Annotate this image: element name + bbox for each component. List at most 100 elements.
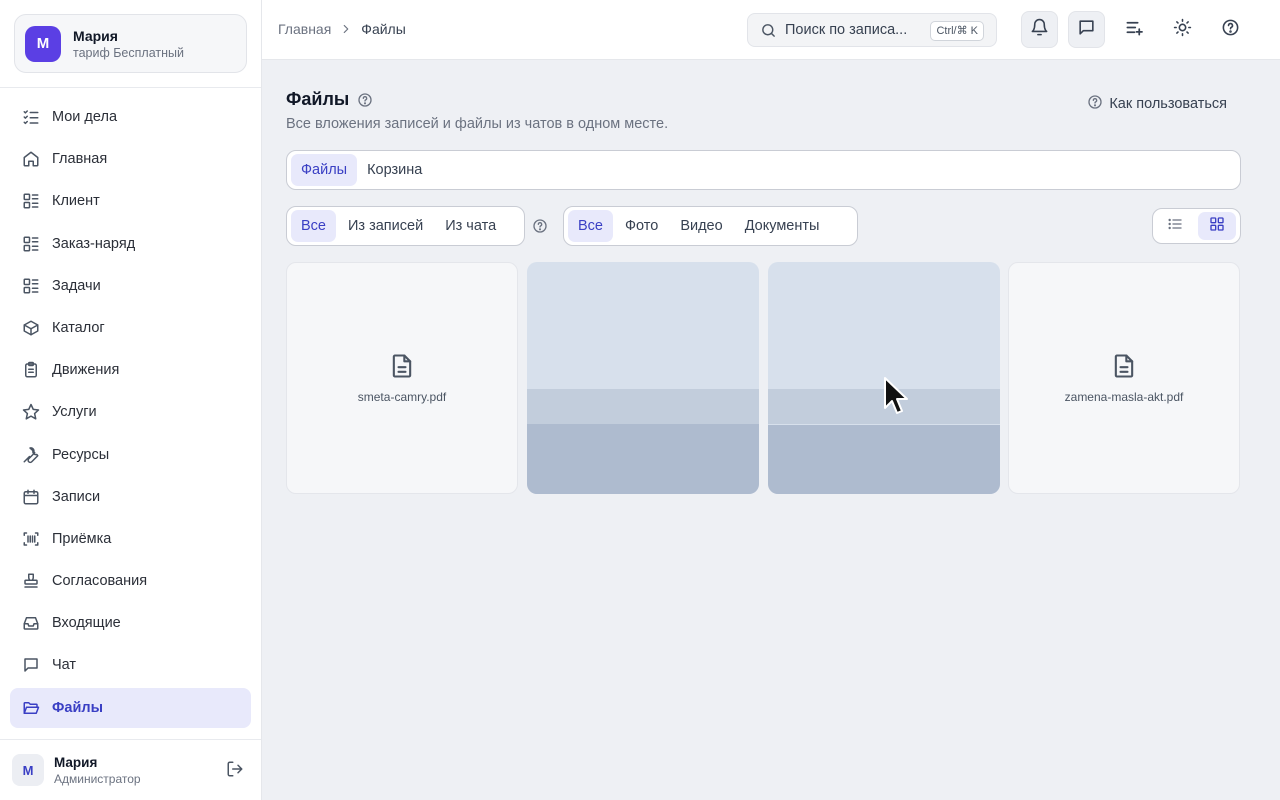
- sidebar-item-label: Файлы: [52, 699, 103, 716]
- sidebar-item-intake[interactable]: Приёмка: [10, 519, 251, 559]
- page-subtitle: Все вложения записей и файлы из чатов в …: [286, 116, 669, 132]
- theme-toggle-button[interactable]: [1164, 11, 1201, 48]
- sidebar-item-approvals[interactable]: Согласования: [10, 561, 251, 601]
- box-icon: [22, 319, 40, 337]
- sidebar-item-files[interactable]: Файлы: [10, 687, 251, 728]
- chat-icon: [22, 656, 40, 674]
- tab-trash[interactable]: Корзина: [357, 154, 432, 186]
- breadcrumb-home[interactable]: Главная: [278, 21, 331, 37]
- top-bar: Главная Файлы Поиск по записа... Ctrl/⌘ …: [262, 0, 1280, 60]
- sidebar-item-label: Каталог: [52, 319, 105, 336]
- sidebar-item-label: Клиент: [52, 193, 100, 210]
- search-icon: [760, 22, 777, 39]
- sidebar-item-label: Записи: [52, 488, 101, 505]
- sidebar-item-label: Заказ-наряд: [52, 235, 136, 252]
- tab-files[interactable]: Файлы: [291, 154, 358, 186]
- sidebar-item-movements[interactable]: Движения: [10, 350, 251, 390]
- help-button[interactable]: [1212, 11, 1249, 48]
- user-role: Администратор: [54, 771, 141, 786]
- how-to-use-link[interactable]: Как пользоваться: [1087, 94, 1227, 114]
- file-card[interactable]: zamena-masla-akt.pdf: [1008, 262, 1240, 494]
- help-icon[interactable]: [532, 218, 548, 234]
- sidebar-item-work-order[interactable]: Заказ-наряд: [10, 224, 251, 264]
- document-icon: [1110, 352, 1138, 380]
- sidebar-item-tasks[interactable]: Задачи: [10, 266, 251, 306]
- sidebar-item-catalog[interactable]: Каталог: [10, 308, 251, 348]
- help-icon[interactable]: [357, 92, 373, 108]
- home-icon: [22, 150, 40, 168]
- list-add-icon: [1125, 18, 1144, 42]
- sidebar-item-resources[interactable]: Ресурсы: [10, 435, 251, 475]
- account-avatar: М: [25, 25, 61, 62]
- file-card[interactable]: smeta-camry.pdf: [286, 262, 518, 494]
- search-shortcut-badge: Ctrl/⌘ K: [930, 21, 984, 41]
- sidebar-item-label: Мои дела: [52, 109, 118, 125]
- file-name: smeta-camry.pdf: [357, 390, 447, 404]
- sidebar-item-home[interactable]: Главная: [10, 139, 251, 179]
- folder-icon: [22, 699, 40, 717]
- star-icon: [22, 403, 40, 421]
- sidebar-divider: [0, 739, 261, 740]
- files-tabs: Файлы Корзина: [286, 150, 1241, 190]
- source-filter: Все Из записей Из чата: [286, 206, 525, 246]
- list-view-button[interactable]: [1156, 212, 1194, 240]
- user-profile[interactable]: М Мария Администратор: [12, 752, 248, 788]
- help-icon: [1221, 18, 1240, 42]
- sidebar-item-label: Услуги: [52, 404, 97, 421]
- calendar-icon: [22, 488, 40, 506]
- document-icon: [388, 352, 416, 380]
- source-filter-chat[interactable]: Из чата: [435, 210, 506, 242]
- stamp-icon: [22, 572, 40, 590]
- sidebar-item-label: Согласования: [52, 573, 148, 590]
- page-title-text: Файлы: [286, 89, 350, 109]
- grid-view-button[interactable]: [1198, 212, 1236, 240]
- type-filter-photo[interactable]: Фото: [615, 210, 668, 242]
- image-thumbnail[interactable]: [527, 262, 759, 494]
- chat-icon: [1077, 18, 1096, 42]
- sidebar-item-bookings[interactable]: Записи: [10, 477, 251, 517]
- help-icon: [1087, 94, 1109, 114]
- list-grid-icon: [22, 277, 40, 295]
- list-grid-icon: [22, 235, 40, 253]
- sidebar-item-services[interactable]: Услуги: [10, 392, 251, 432]
- search-input[interactable]: Поиск по записа... Ctrl/⌘ K: [747, 13, 997, 47]
- add-to-list-button[interactable]: [1116, 11, 1153, 48]
- logout-icon[interactable]: [226, 760, 244, 778]
- account-plan: тариф Бесплатный: [73, 45, 184, 60]
- files-grid: smeta-camry.pdf zamena-masla-akt.pdf: [286, 262, 1241, 494]
- account-switcher[interactable]: М Мария тариф Бесплатный: [14, 14, 247, 73]
- source-filter-all[interactable]: Все: [291, 210, 336, 242]
- notifications-button[interactable]: [1021, 11, 1058, 48]
- type-filter-video[interactable]: Видео: [670, 210, 732, 242]
- breadcrumb: Главная Файлы: [278, 21, 406, 37]
- sidebar-item-client[interactable]: Клиент: [10, 181, 251, 221]
- type-filter-all[interactable]: Все: [568, 210, 613, 242]
- sidebar-item-label: Задачи: [52, 277, 101, 294]
- sun-icon: [1173, 18, 1192, 42]
- source-filter-records[interactable]: Из записей: [338, 210, 433, 242]
- image-thumbnail-band: [527, 389, 759, 424]
- image-thumbnail-band: [768, 425, 1000, 494]
- sidebar-item-label: Главная: [52, 151, 108, 168]
- how-to-use-label: Как пользоваться: [1109, 96, 1227, 112]
- bell-icon: [1030, 18, 1049, 42]
- sidebar-item-label: Приёмка: [52, 530, 112, 547]
- page-title: Файлы: [286, 89, 373, 110]
- type-filter-docs[interactable]: Документы: [735, 210, 830, 242]
- sidebar-item-label: Движения: [52, 362, 120, 379]
- avatar: М: [12, 754, 44, 786]
- messages-button[interactable]: [1068, 11, 1105, 48]
- mouse-cursor-icon: [884, 377, 908, 414]
- sidebar-divider: [0, 87, 261, 88]
- breadcrumb-current: Файлы: [361, 21, 406, 37]
- sidebar-item-chat[interactable]: Чат: [10, 645, 251, 685]
- list-grid-icon: [22, 192, 40, 210]
- task-list-icon: [22, 108, 40, 126]
- user-name: Мария: [54, 754, 98, 770]
- file-name: zamena-masla-akt.pdf: [1064, 390, 1184, 404]
- sidebar: М Мария тариф Бесплатный Мои дела Главна…: [0, 0, 262, 800]
- sidebar-item-inbox[interactable]: Входящие: [10, 603, 251, 643]
- clipboard-icon: [22, 361, 40, 379]
- sidebar-nav: Мои дела Главная Клиент Заказ-наряд Зада…: [10, 97, 251, 730]
- sidebar-item-my-tasks[interactable]: Мои дела: [10, 97, 251, 137]
